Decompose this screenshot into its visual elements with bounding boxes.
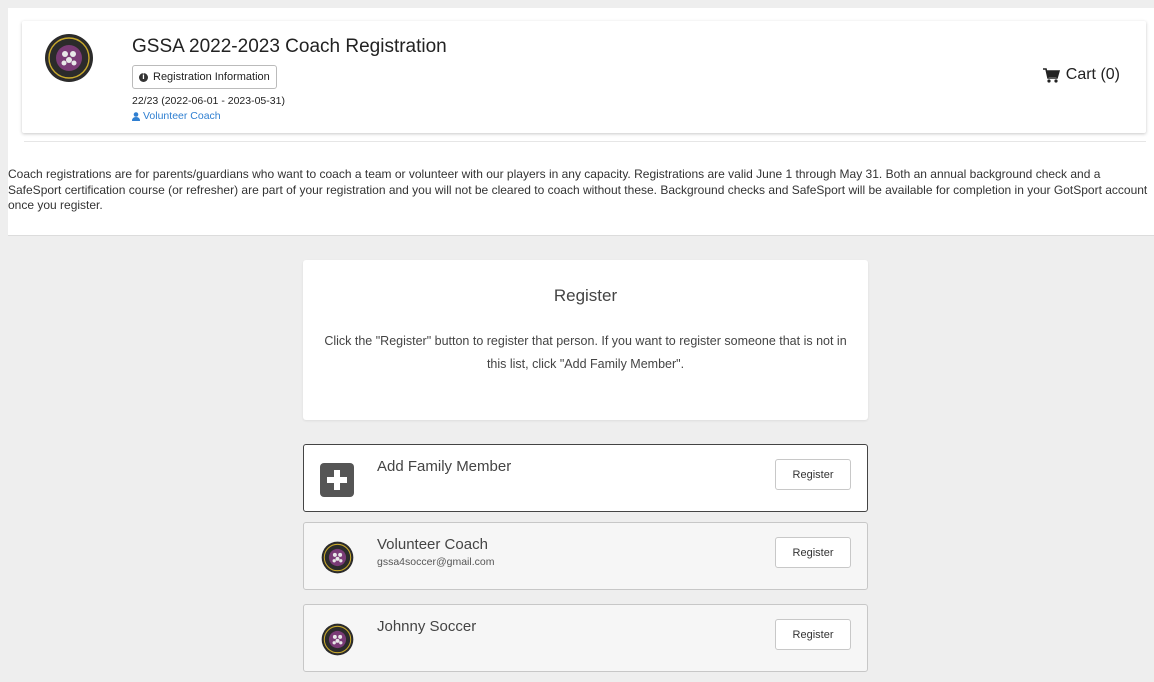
- volunteer-coach-link[interactable]: Volunteer Coach: [132, 110, 221, 122]
- registration-info-button[interactable]: i Registration Information: [132, 65, 277, 89]
- user-icon: [132, 111, 140, 121]
- registration-info-label: Registration Information: [153, 71, 270, 83]
- page-title: GSSA 2022-2023 Coach Registration: [132, 36, 447, 57]
- register-instructions: Click the "Register" button to register …: [324, 334, 847, 371]
- club-logo-icon: [321, 623, 354, 656]
- info-circle-icon: i: [139, 72, 148, 82]
- person-name: Johnny Soccer: [377, 618, 477, 635]
- top-band: [0, 0, 1154, 8]
- person-name: Volunteer Coach: [377, 536, 488, 553]
- volunteer-coach-label: Volunteer Coach: [143, 110, 221, 122]
- person-email: gssa4soccer@gmail.com: [377, 556, 495, 568]
- volunteer-coach-register-button[interactable]: Register: [775, 537, 851, 568]
- plus-icon: [320, 463, 354, 497]
- registration-header-card: GSSA 2022-2023 Coach Registration i Regi…: [22, 21, 1146, 133]
- add-family-member-register-button[interactable]: Register: [775, 459, 851, 490]
- header-divider: [24, 141, 1146, 142]
- register-intro-card: Register Click the "Register" button to …: [303, 260, 868, 420]
- club-logo-icon: [321, 541, 354, 574]
- registration-header-panel: GSSA 2022-2023 Coach Registration i Regi…: [8, 8, 1154, 236]
- season-dates: 22/23 (2022-06-01 - 2023-05-31): [132, 95, 285, 107]
- person-name: Add Family Member: [377, 458, 512, 475]
- registration-description: Coach registrations are for parents/guar…: [8, 167, 1148, 212]
- shopping-cart-icon: [1042, 67, 1060, 83]
- club-logo-icon: [45, 34, 93, 82]
- johnny-soccer-card: Johnny Soccer Register: [303, 604, 868, 672]
- cart-label: Cart (0): [1065, 66, 1120, 83]
- cart-button[interactable]: Cart (0): [1042, 66, 1120, 84]
- volunteer-coach-card: Volunteer Coach gssa4soccer@gmail.com Re…: [303, 522, 868, 590]
- register-title: Register: [553, 286, 618, 305]
- johnny-soccer-register-button[interactable]: Register: [775, 619, 851, 650]
- add-family-member-card[interactable]: Add Family Member Register: [303, 444, 868, 512]
